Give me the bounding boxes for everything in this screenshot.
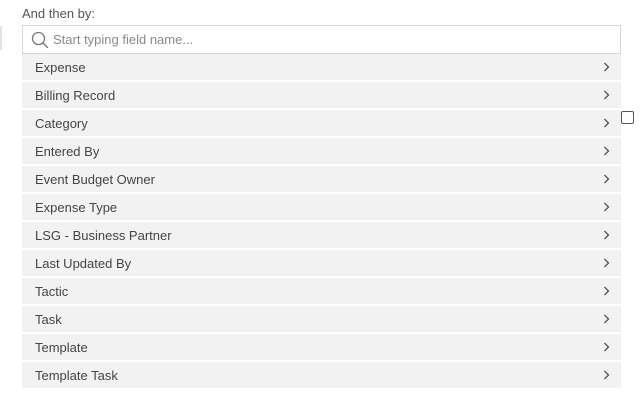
field-list-item[interactable]: Template Task xyxy=(22,362,621,390)
field-list-item[interactable]: Task xyxy=(22,306,621,334)
field-list-item[interactable]: Entered By xyxy=(22,138,621,166)
chevron-right-icon xyxy=(601,369,611,381)
field-list-item-label: Expense xyxy=(35,59,86,75)
field-list-item[interactable]: Last Updated By xyxy=(22,250,621,278)
field-list-item[interactable]: Billing Record xyxy=(22,82,621,110)
field-list-item-label: Template xyxy=(35,339,88,355)
field-list-item[interactable]: Expense xyxy=(22,54,621,82)
field-list-item-label: Tactic xyxy=(35,283,69,299)
chevron-right-icon xyxy=(601,257,611,269)
field-search-input[interactable] xyxy=(53,27,593,52)
chevron-right-icon xyxy=(601,313,611,325)
field-list-item-label: LSG - Business Partner xyxy=(35,227,172,243)
field-list-item-label: Template Task xyxy=(35,367,118,383)
field-list-item[interactable]: Category xyxy=(22,110,621,138)
field-list-item[interactable]: Event Budget Owner xyxy=(22,166,621,194)
field-search-box[interactable] xyxy=(22,25,621,54)
field-list: Expense Billing Record Category Entered By E… xyxy=(22,54,621,390)
search-icon xyxy=(23,26,53,53)
chevron-right-icon xyxy=(601,173,611,185)
left-edge-divider xyxy=(0,26,2,50)
section-heading: And then by: xyxy=(22,6,95,21)
field-list-item-label: Billing Record xyxy=(35,87,116,103)
field-list-item-label: Entered By xyxy=(35,143,100,159)
field-list-item-label: Event Budget Owner xyxy=(35,171,155,187)
chevron-right-icon xyxy=(601,117,611,129)
field-picker: And then by: Expense Billing Record Catego… xyxy=(0,0,641,411)
option-checkbox[interactable] xyxy=(621,111,634,124)
field-list-item[interactable]: Tactic xyxy=(22,278,621,306)
chevron-right-icon xyxy=(601,201,611,213)
chevron-right-icon xyxy=(601,89,611,101)
field-list-item[interactable]: LSG - Business Partner xyxy=(22,222,621,250)
chevron-right-icon xyxy=(601,145,611,157)
chevron-right-icon xyxy=(601,285,611,297)
field-list-item-label: Last Updated By xyxy=(35,255,132,271)
field-list-item[interactable]: Expense Type xyxy=(22,194,621,222)
chevron-right-icon xyxy=(601,229,611,241)
chevron-right-icon xyxy=(601,61,611,73)
chevron-right-icon xyxy=(601,341,611,353)
field-list-item-label: Expense Type xyxy=(35,199,118,215)
field-list-item-label: Task xyxy=(35,311,62,327)
field-list-item[interactable]: Template xyxy=(22,334,621,362)
field-list-item-label: Category xyxy=(35,115,88,131)
